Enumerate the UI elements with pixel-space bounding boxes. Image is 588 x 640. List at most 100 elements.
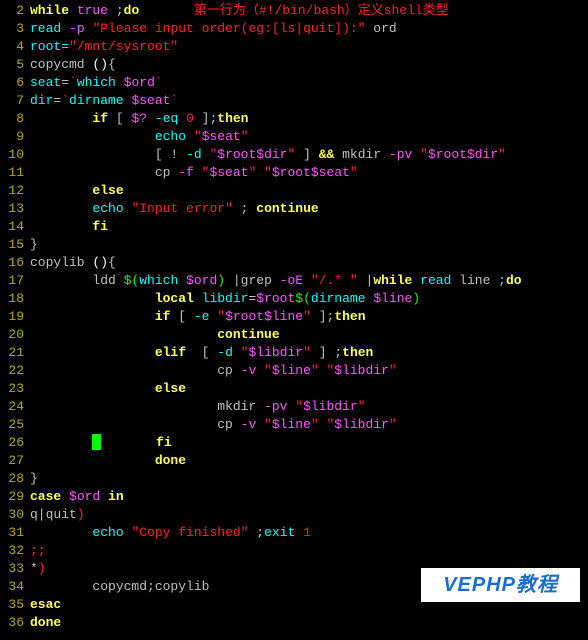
code-line[interactable]: q|quit) xyxy=(30,506,522,524)
line-number: 5 xyxy=(2,56,24,74)
token: "/mnt/sysroot" xyxy=(69,39,178,54)
token: -pv xyxy=(389,147,420,162)
code-line[interactable]: done xyxy=(30,614,522,632)
token: "/.* " xyxy=(311,273,358,288)
line-number: 22 xyxy=(2,362,24,380)
token: true xyxy=(77,3,108,18)
code-line[interactable]: while true ;do 第一行为（#!/bin/bash）定义shell类… xyxy=(30,2,522,20)
token: -d xyxy=(186,147,202,162)
token: $ord xyxy=(186,273,217,288)
token: $? xyxy=(131,111,147,126)
token: " xyxy=(241,345,249,360)
token xyxy=(30,291,155,306)
code-line[interactable]: else xyxy=(30,380,522,398)
line-number: 4 xyxy=(2,38,24,56)
code-line[interactable]: root="/mnt/sysroot" xyxy=(30,38,522,56)
code-editor[interactable]: 2345678910111213141516171819202122232425… xyxy=(0,0,588,634)
code-line[interactable]: echo "Copy finished" ;exit 1 xyxy=(30,524,522,542)
token xyxy=(30,345,155,360)
token: " " xyxy=(311,417,334,432)
line-number: 21 xyxy=(2,344,24,362)
token: "Copy finished" xyxy=(131,525,248,540)
code-line[interactable]: fi xyxy=(30,434,522,452)
code-line[interactable]: ldd $(which $ord) |grep -oE "/.* " |whil… xyxy=(30,272,522,290)
token: ` xyxy=(61,93,69,108)
code-line[interactable]: mkdir -pv "$libdir" xyxy=(30,398,522,416)
code-line[interactable]: continue xyxy=(30,326,522,344)
token: echo xyxy=(92,525,123,540)
code-line[interactable]: else xyxy=(30,182,522,200)
token: copycmd xyxy=(30,57,92,72)
code-line[interactable]: cp -v "$line" "$libdir" xyxy=(30,416,522,434)
token: $seat xyxy=(131,93,170,108)
token: copycmd;copylib xyxy=(30,579,209,594)
token: line ; xyxy=(451,273,506,288)
token: $seat xyxy=(202,129,241,144)
token: then xyxy=(334,309,365,324)
token: $root$dir xyxy=(217,147,287,162)
line-number: 31 xyxy=(2,524,24,542)
token: " xyxy=(389,417,397,432)
code-line[interactable]: elif [ -d "$libdir" ] ;then xyxy=(30,344,522,362)
token: " xyxy=(498,147,506,162)
code-line[interactable]: } xyxy=(30,236,522,254)
line-number: 34 xyxy=(2,578,24,596)
code-line[interactable]: dir=`dirname $seat` xyxy=(30,92,522,110)
code-line[interactable]: read -p "Please input order(eg:[ls|quit]… xyxy=(30,20,522,38)
code-line[interactable]: seat=`which $ord` xyxy=(30,74,522,92)
token: while xyxy=(30,3,77,18)
code-line[interactable]: copylib (){ xyxy=(30,254,522,272)
token: then xyxy=(217,111,248,126)
token xyxy=(30,327,217,342)
token: cp xyxy=(30,417,241,432)
line-number: 8 xyxy=(2,110,24,128)
code-line[interactable]: echo "$seat" xyxy=(30,128,522,146)
token: which xyxy=(77,75,116,90)
token: " xyxy=(303,345,311,360)
token: " xyxy=(303,309,311,324)
token xyxy=(194,291,202,306)
token: mkdir xyxy=(334,147,389,162)
token xyxy=(30,111,92,126)
code-line[interactable]: if [ -e "$root$line" ];then xyxy=(30,308,522,326)
line-number: 33 xyxy=(2,560,24,578)
line-number: 16 xyxy=(2,254,24,272)
code-line[interactable]: } xyxy=(30,470,522,488)
token: then xyxy=(342,345,373,360)
token: $libdir xyxy=(303,399,358,414)
token: ; xyxy=(248,525,264,540)
code-line[interactable]: echo "Input error" ; continue xyxy=(30,200,522,218)
code-line[interactable]: done xyxy=(30,452,522,470)
token: q|quit xyxy=(30,507,77,522)
token: if xyxy=(155,309,171,324)
token: $libdir xyxy=(334,417,389,432)
code-line[interactable]: local libdir=$root$(dirname $line) xyxy=(30,290,522,308)
token xyxy=(30,381,155,396)
line-number: 17 xyxy=(2,272,24,290)
token: dir xyxy=(30,93,53,108)
code-line[interactable]: ;; xyxy=(30,542,522,560)
token: $root$dir xyxy=(428,147,498,162)
token xyxy=(30,453,155,468)
code-line[interactable]: cp -v "$line" "$libdir" xyxy=(30,362,522,380)
code-area[interactable]: while true ;do 第一行为（#!/bin/bash）定义shell类… xyxy=(30,0,522,634)
token: done xyxy=(155,453,186,468)
token: ; xyxy=(108,3,124,18)
token: $ord xyxy=(69,489,100,504)
token: $( xyxy=(124,273,140,288)
token: libdir xyxy=(202,291,249,306)
token xyxy=(295,525,303,540)
token: continue xyxy=(217,327,279,342)
token: " xyxy=(194,129,202,144)
token: dirname xyxy=(311,291,373,306)
token: "Please input order(eg:[ls|quit]):" xyxy=(92,21,365,36)
code-line[interactable]: fi xyxy=(30,218,522,236)
code-line[interactable]: case $ord in xyxy=(30,488,522,506)
code-line[interactable]: if [ $? -eq 0 ];then xyxy=(30,110,522,128)
token: -d xyxy=(217,345,233,360)
code-line[interactable]: cp -f "$seat" "$root$seat" xyxy=(30,164,522,182)
code-line[interactable]: copycmd (){ xyxy=(30,56,522,74)
token: -eq xyxy=(147,111,186,126)
code-line[interactable]: [ ! -d "$root$dir" ] && mkdir -pv "$root… xyxy=(30,146,522,164)
token xyxy=(30,129,155,144)
